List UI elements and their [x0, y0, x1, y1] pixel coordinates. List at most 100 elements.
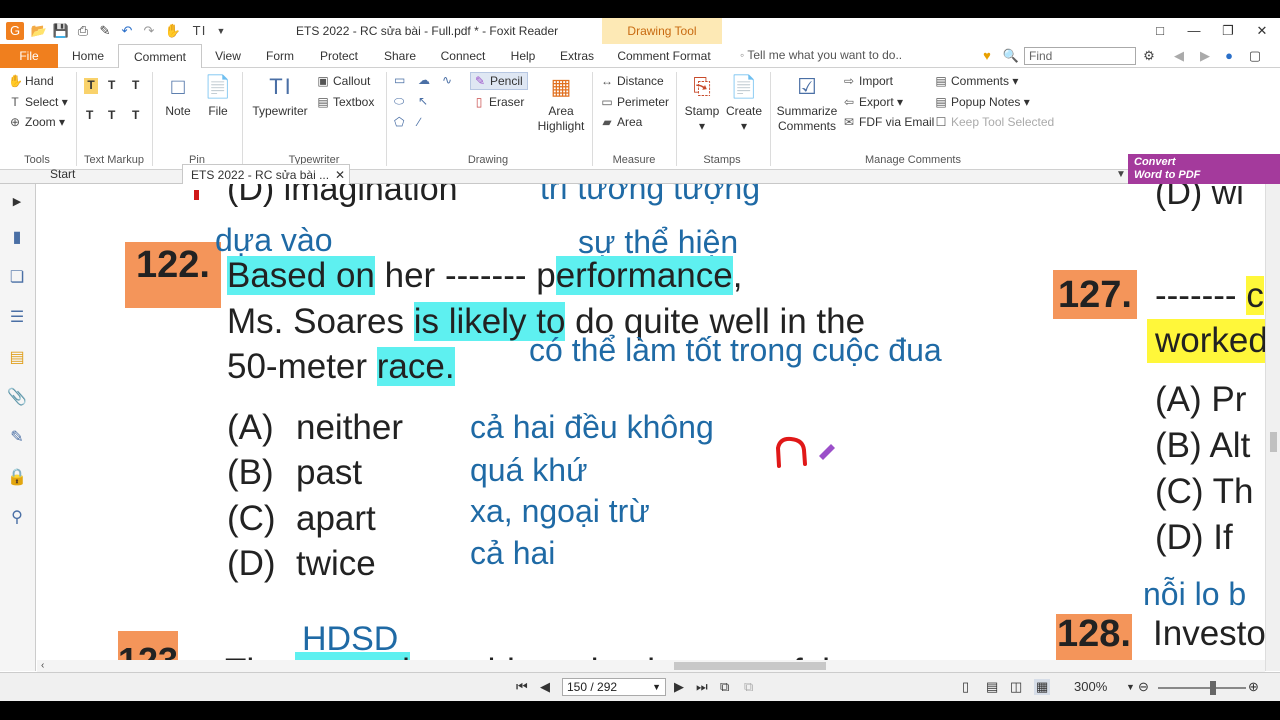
hand-tool-icon[interactable]: ✋ — [164, 22, 182, 40]
hand-tool-button[interactable]: ✋ Hand — [8, 74, 54, 88]
summarize-comments-button[interactable]: ☑ Summarize Comments — [776, 72, 838, 134]
zoom-level[interactable]: 300% — [1074, 679, 1107, 694]
print-icon[interactable]: ⎙ — [74, 22, 92, 40]
area-highlight-button[interactable]: ▦ Area Highlight — [534, 72, 588, 134]
scroll-left-icon[interactable]: ‹ — [41, 660, 49, 672]
underline-text-icon[interactable]: T — [132, 78, 139, 92]
import-button[interactable]: ⇨ Import — [842, 74, 893, 88]
next-view-icon[interactable]: ⧉ — [744, 679, 753, 695]
area-button[interactable]: ▰ Area — [600, 115, 642, 129]
insert-text-icon[interactable]: T — [132, 108, 139, 122]
typewriter-quick-icon[interactable]: T I — [190, 22, 208, 40]
popup-notes-button[interactable]: ▤ Popup Notes ▾ — [934, 95, 1029, 109]
comments-menu-button[interactable]: ▤ Comments ▾ — [934, 74, 1018, 88]
horizontal-scroll-thumb[interactable] — [674, 662, 826, 670]
options-icon[interactable]: ▢ — [1246, 47, 1264, 65]
callout-button[interactable]: ▣ Callout — [316, 74, 370, 88]
like-icon[interactable]: ♥ — [978, 47, 996, 65]
squiggly-text-icon[interactable]: T — [108, 78, 115, 92]
expand-panel-icon[interactable]: ▶ — [7, 192, 27, 212]
stamp-button[interactable]: ⎘ Stamp ▾ — [682, 72, 722, 134]
page-number-field[interactable]: 150 / 292 ▼ — [562, 678, 666, 696]
pages-icon[interactable]: ❏ — [7, 268, 27, 288]
facing-view-icon[interactable]: ◫ — [1010, 679, 1022, 695]
menu-help[interactable]: Help — [502, 44, 544, 68]
menu-share[interactable]: Share — [376, 44, 424, 68]
maximize-button[interactable]: ❐ — [1218, 21, 1238, 41]
menu-comment[interactable]: Comment — [118, 44, 202, 69]
zoom-slider-knob[interactable] — [1210, 681, 1216, 695]
oval-icon[interactable]: ⬭ — [394, 94, 404, 109]
bookmark-icon[interactable]: ▮ — [7, 228, 27, 248]
continuous-facing-view-icon[interactable]: ▦ — [1034, 679, 1051, 695]
minimize-button[interactable]: — — [1184, 21, 1204, 41]
page-dropdown-icon[interactable]: ▼ — [652, 679, 661, 695]
file-attach-button[interactable]: 📄 File — [200, 72, 236, 119]
tab-start[interactable]: Start — [42, 164, 178, 186]
menu-home[interactable]: Home — [64, 44, 112, 68]
open-icon[interactable]: 📂 — [30, 22, 48, 40]
layers-icon[interactable]: ☰ — [7, 308, 27, 328]
vertical-scroll-thumb[interactable] — [1270, 432, 1277, 452]
settings-gear-icon[interactable]: ⚙ — [1140, 47, 1158, 65]
comments-panel-icon[interactable]: ▤ — [7, 348, 27, 368]
line-icon[interactable]: ∕ — [418, 115, 420, 129]
first-page-icon[interactable]: ⏮ — [516, 679, 528, 695]
next-result-icon[interactable]: ▶ — [1196, 47, 1214, 65]
find-options-icon[interactable]: 🔍 — [1002, 47, 1020, 65]
new-doc-icon[interactable]: ✎ — [96, 22, 114, 40]
eraser-tool-button[interactable]: ▯ Eraser — [472, 95, 525, 109]
fdf-email-button[interactable]: ✉ FDF via Email — [842, 115, 934, 129]
previous-result-icon[interactable]: ◀ — [1170, 47, 1188, 65]
strikeout-text-icon[interactable]: T — [86, 108, 93, 122]
security-lock-icon[interactable]: 🔒 — [7, 468, 27, 488]
cloud-icon[interactable]: ☁ — [418, 73, 430, 87]
close-tab-icon[interactable]: ✕ — [335, 165, 345, 185]
close-window-button[interactable]: ✕ — [1252, 21, 1272, 41]
undo-icon[interactable]: ↶ — [118, 22, 136, 40]
replace-text-icon[interactable]: T — [108, 108, 115, 122]
tell-me-search[interactable]: ◦ Tell me what you want to do.. — [740, 48, 902, 62]
menu-comment-format[interactable]: Comment Format — [610, 44, 718, 68]
create-stamp-button[interactable]: 📄 Create ▾ — [724, 72, 764, 134]
next-page-icon[interactable]: ▶ — [674, 679, 684, 695]
vertical-scrollbar[interactable] — [1265, 184, 1280, 671]
highlight-text-icon[interactable]: T — [84, 78, 98, 94]
menu-connect[interactable]: Connect — [432, 44, 494, 68]
zoom-in-icon[interactable]: ⊕ — [1248, 679, 1259, 695]
rectangle-icon[interactable]: ▭ — [394, 73, 405, 87]
zoom-out-icon[interactable]: ⊖ — [1138, 679, 1149, 695]
ribbon-options-icon[interactable]: □ — [1150, 21, 1170, 41]
zoom-slider[interactable] — [1158, 687, 1246, 689]
account-icon[interactable]: ● — [1220, 47, 1238, 65]
previous-page-icon[interactable]: ◀ — [540, 679, 550, 695]
signature-icon[interactable]: ✎ — [7, 428, 27, 448]
convert-word-to-pdf-banner[interactable]: Convert Word to PDF — [1128, 154, 1280, 184]
destinations-icon[interactable]: ⚲ — [7, 508, 27, 528]
single-page-view-icon[interactable]: ▯ — [962, 679, 969, 695]
last-page-icon[interactable]: ⏭ — [696, 679, 708, 695]
redo-icon[interactable]: ↷ — [140, 22, 158, 40]
typewriter-button[interactable]: T I Typewriter — [248, 72, 312, 119]
keep-tool-selected-checkbox[interactable]: ☐ Keep Tool Selected — [934, 115, 1055, 129]
customize-quick-access-icon[interactable]: ▼ — [212, 22, 230, 40]
save-icon[interactable]: 💾 — [52, 22, 70, 40]
menu-form[interactable]: Form — [258, 44, 302, 68]
note-button[interactable]: □ Note — [160, 72, 196, 119]
select-tool-button[interactable]: T Select ▾ — [8, 95, 67, 109]
arrow-icon[interactable]: ↖ — [418, 94, 428, 108]
horizontal-scrollbar[interactable]: ‹ — [37, 660, 1265, 672]
export-button[interactable]: ⇦ Export ▾ — [842, 95, 903, 109]
drawing-tool-context-tab[interactable]: Drawing Tool — [602, 18, 722, 44]
attachment-icon[interactable]: 📎 — [7, 388, 27, 408]
pencil-tool-button[interactable]: ✎ Pencil — [470, 72, 528, 90]
zoom-dropdown-icon[interactable]: ▼ — [1126, 682, 1135, 692]
tab-document[interactable]: ETS 2022 - RC sửa bài ... ✕ — [182, 164, 350, 186]
textbox-button[interactable]: ▤ Textbox — [316, 95, 374, 109]
perimeter-button[interactable]: ▭ Perimeter — [600, 95, 669, 109]
menu-extras[interactable]: Extras — [552, 44, 602, 68]
distance-button[interactable]: ↔ Distance — [600, 74, 664, 88]
find-input[interactable]: Find — [1024, 47, 1136, 65]
menu-file[interactable]: File — [0, 44, 58, 68]
menu-view[interactable]: View — [206, 44, 250, 68]
